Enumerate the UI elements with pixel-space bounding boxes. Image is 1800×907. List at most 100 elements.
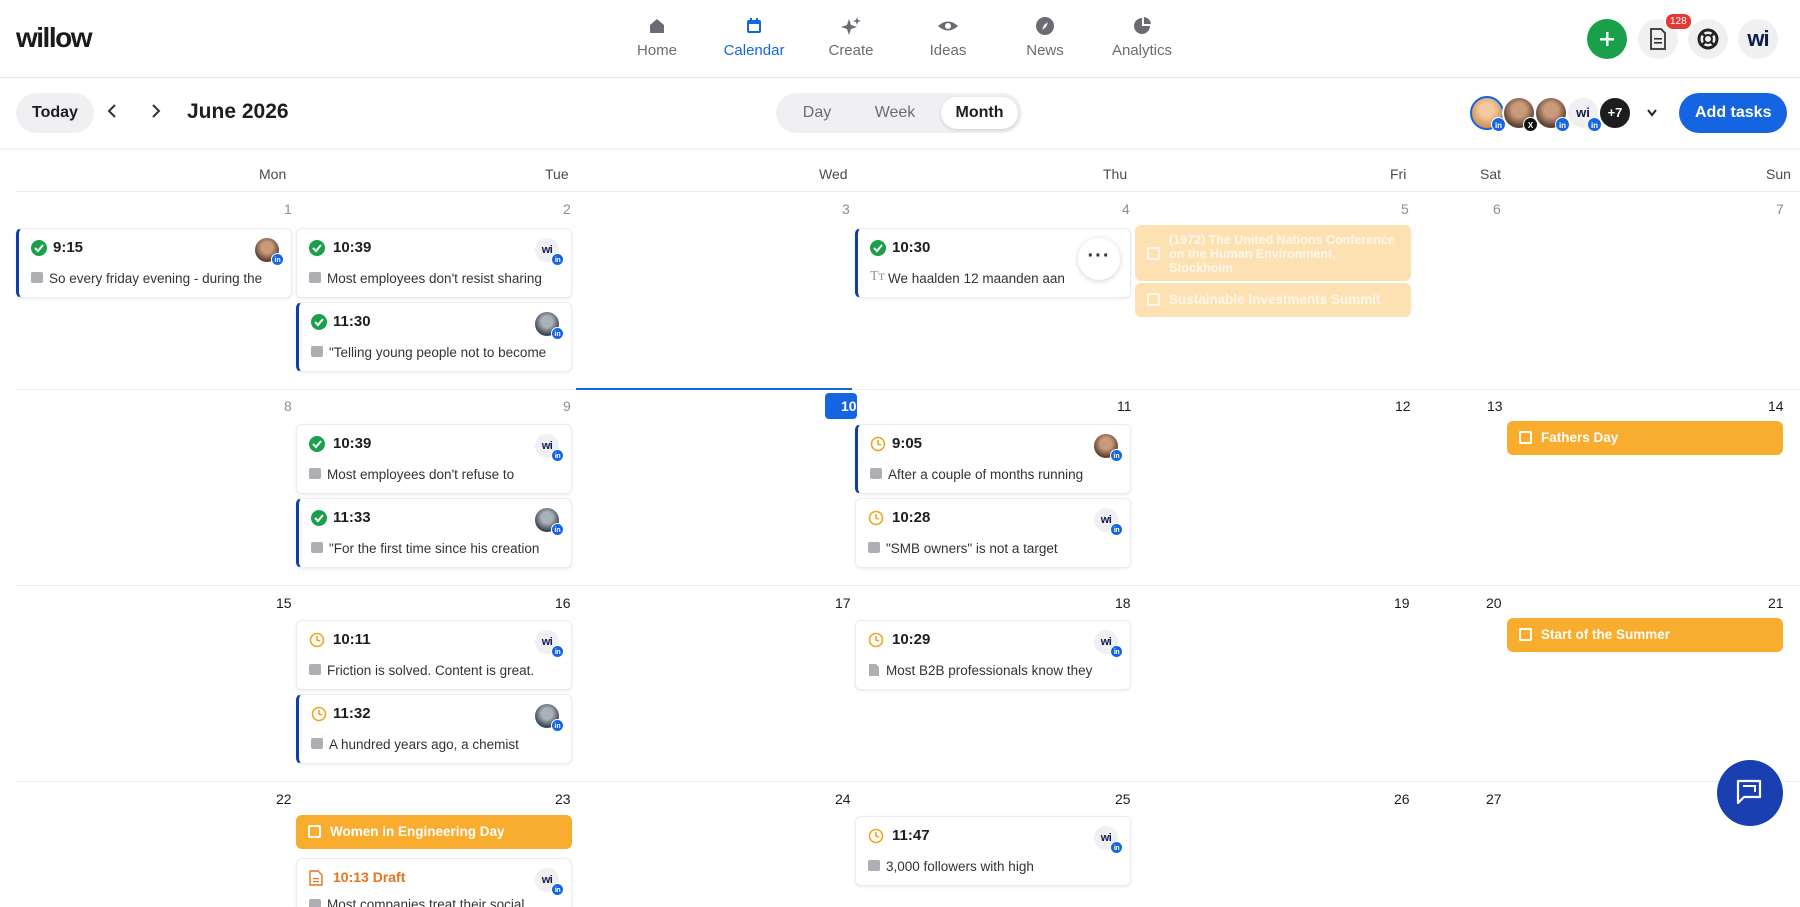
day-number[interactable]: 18: [1115, 595, 1131, 611]
day-number[interactable]: 14: [1768, 398, 1784, 414]
day-number[interactable]: 27: [1486, 791, 1502, 807]
profile-button[interactable]: wi: [1738, 19, 1778, 59]
home-icon: [615, 16, 699, 38]
post-time: 11:32: [333, 705, 371, 722]
post-card[interactable]: 11:30 in "Telling young people not to be…: [296, 302, 572, 372]
day-number[interactable]: 26: [1394, 791, 1410, 807]
author-avatar: in: [535, 508, 564, 536]
day-number[interactable]: 23: [555, 791, 571, 807]
day-number[interactable]: 17: [835, 595, 851, 611]
calendar-event[interactable]: Women in Engineering Day: [296, 815, 572, 849]
post-time: 10:28: [892, 509, 931, 526]
account-avatar[interactable]: X: [1502, 96, 1538, 132]
post-card[interactable]: 10:13 Draft wi in Most companies treat th…: [296, 858, 572, 907]
view-day[interactable]: Day: [784, 97, 850, 129]
post-card[interactable]: 10:39 wi in Most employees don't refuse t…: [296, 424, 572, 494]
post-card[interactable]: 11:47 wi in 3,000 followers with high: [855, 816, 1131, 886]
calendar-event[interactable]: Start of the Summer: [1507, 618, 1783, 652]
post-preview: A hundred years ago, a chemist: [329, 737, 519, 752]
account-avatar[interactable]: in: [1470, 96, 1506, 132]
event-label: Fathers Day: [1541, 430, 1619, 445]
create-post-button[interactable]: [1587, 19, 1627, 59]
day-number[interactable]: 6: [1493, 201, 1501, 217]
post-time: 9:05: [892, 435, 923, 452]
image-post-icon: [309, 272, 321, 283]
post-preview: Most employees don't refuse to: [327, 467, 515, 482]
prev-month-button[interactable]: [105, 103, 119, 124]
post-card[interactable]: 9:05 in After a couple of months running: [855, 424, 1131, 494]
chat-support-button[interactable]: [1717, 760, 1783, 826]
post-card[interactable]: 10:28 wi in "SMB owners" is not a target: [855, 498, 1131, 568]
nav-ideas[interactable]: Ideas: [906, 16, 990, 59]
author-avatar: wi in: [535, 868, 564, 896]
nav-news-label: News: [1026, 42, 1064, 59]
nav-home[interactable]: Home: [615, 16, 699, 59]
calendar-event[interactable]: Fathers Day: [1507, 421, 1783, 455]
linkedin-icon: in: [551, 523, 564, 536]
day-number[interactable]: 8: [284, 398, 292, 414]
linkedin-icon: in: [1110, 449, 1123, 462]
day-number[interactable]: 19: [1394, 595, 1410, 611]
event-label: (1972) The United Nations Conference on …: [1169, 233, 1395, 275]
post-time: 9:15: [53, 239, 84, 256]
post-time: 10:29: [892, 631, 931, 648]
post-card[interactable]: 10:29 wi in Most B2B professionals know t…: [855, 620, 1131, 690]
author-avatar: wi in: [535, 630, 564, 658]
post-card[interactable]: 10:39 wi in Most employees don't resist s…: [296, 228, 572, 298]
day-number[interactable]: 2: [563, 201, 571, 217]
day-number[interactable]: 13: [1487, 398, 1503, 414]
published-check-icon: [31, 240, 47, 256]
view-month[interactable]: Month: [941, 97, 1018, 129]
day-number[interactable]: 25: [1115, 791, 1131, 807]
nav-create[interactable]: Create: [809, 16, 893, 59]
willow-logo[interactable]: willow: [16, 22, 93, 54]
calendar-event[interactable]: Sustainable Investments Summit: [1135, 283, 1411, 317]
nav-analytics[interactable]: Analytics: [1100, 16, 1184, 59]
view-switcher: Day Week Month: [776, 93, 1022, 133]
sparkle-icon: [809, 16, 893, 38]
day-number[interactable]: 21: [1768, 595, 1784, 611]
today-button[interactable]: Today: [16, 93, 94, 133]
nav-calendar[interactable]: Calendar: [712, 16, 796, 59]
more-options-button[interactable]: ···: [1078, 238, 1120, 280]
view-week[interactable]: Week: [858, 97, 932, 129]
day-number[interactable]: 11: [1117, 398, 1132, 414]
day-number[interactable]: 12: [1395, 398, 1411, 414]
post-preview: "For the first time since his creation: [329, 541, 540, 556]
draft-document-icon: [309, 870, 323, 886]
image-post-icon: [311, 738, 323, 749]
document-icon: [1650, 28, 1666, 50]
more-accounts-badge[interactable]: +7: [1598, 96, 1632, 130]
pie-chart-icon: [1100, 16, 1184, 38]
day-number[interactable]: 22: [276, 791, 292, 807]
day-number[interactable]: 4: [1122, 201, 1130, 217]
calendar-event[interactable]: (1972) The United Nations Conference on …: [1135, 225, 1411, 281]
day-number[interactable]: 16: [555, 595, 571, 611]
day-number[interactable]: 24: [835, 791, 851, 807]
calendar-event-icon: [308, 825, 321, 838]
scheduled-clock-icon: [868, 510, 884, 526]
day-number[interactable]: 1: [284, 201, 292, 217]
help-button[interactable]: [1688, 19, 1728, 59]
day-number[interactable]: 5: [1401, 201, 1409, 217]
next-month-button[interactable]: [149, 103, 163, 124]
post-time: 10:39: [333, 239, 372, 256]
divider: [16, 191, 1800, 192]
account-avatar[interactable]: wi in: [1566, 96, 1602, 132]
add-tasks-button[interactable]: Add tasks: [1679, 93, 1788, 133]
day-number[interactable]: 20: [1486, 595, 1502, 611]
post-card[interactable]: 11:32 in A hundred years ago, a chemist: [296, 694, 572, 764]
post-card[interactable]: 10:11 wi in Friction is solved. Content i…: [296, 620, 572, 690]
image-post-icon: [868, 860, 880, 871]
post-card[interactable]: 11:33 in "For the first time since his c…: [296, 498, 572, 568]
day-number[interactable]: 7: [1776, 201, 1784, 217]
post-card[interactable]: 9:15 in So every friday evening - during…: [16, 228, 292, 298]
day-number[interactable]: 9: [563, 398, 571, 414]
author-avatar: in: [535, 312, 564, 340]
today-date[interactable]: 10: [825, 393, 857, 419]
chevron-down-icon[interactable]: [1646, 108, 1658, 118]
day-number[interactable]: 3: [842, 201, 850, 217]
account-avatar[interactable]: in: [1534, 96, 1570, 132]
day-number[interactable]: 15: [276, 595, 292, 611]
nav-news[interactable]: News: [1003, 16, 1087, 59]
